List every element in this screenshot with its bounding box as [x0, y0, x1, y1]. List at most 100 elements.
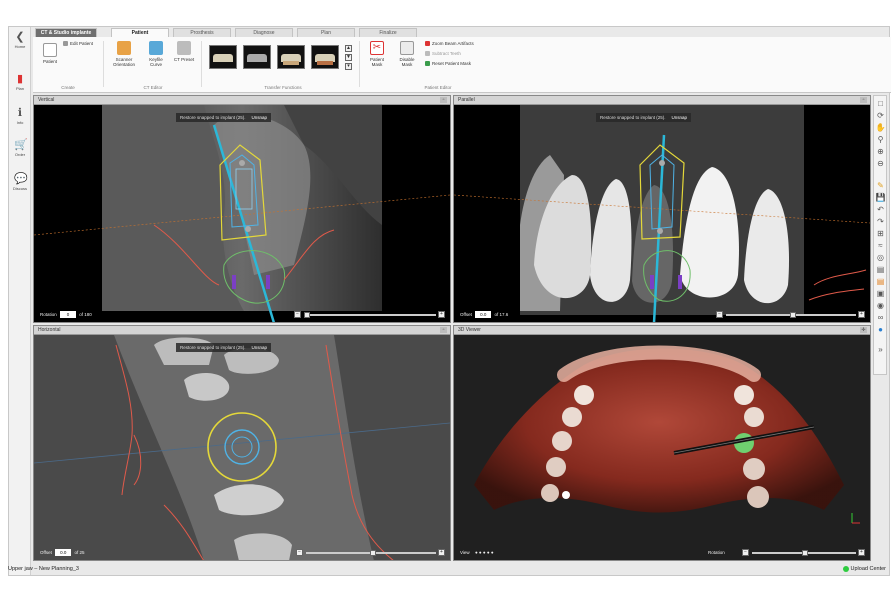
nav-order[interactable]: 🛒 Order — [9, 139, 31, 157]
redo-icon[interactable]: ↷ — [875, 216, 886, 227]
transfer-function-1[interactable] — [209, 45, 237, 69]
offset-slider[interactable] — [726, 312, 856, 318]
zoom-in-icon[interactable]: ⊕ — [875, 146, 886, 157]
save-icon[interactable]: 💾 — [875, 192, 886, 203]
viewport-title: Parallel — [458, 97, 475, 103]
rotation-slider[interactable] — [752, 550, 856, 556]
pencil-icon[interactable]: ✎ — [875, 180, 886, 191]
3d-render[interactable]: View ● ● ● ● ● Rotation − + — [454, 335, 870, 560]
ruler-icon[interactable]: ▤ — [875, 276, 886, 287]
unsnap-link[interactable]: Unsnap — [252, 115, 268, 120]
expand-button[interactable]: ▾ — [345, 63, 352, 70]
view-tooth-icons[interactable]: ● ● ● ● ● — [475, 550, 494, 555]
expand-icon[interactable]: ✛ — [860, 327, 867, 333]
ribbon-divider — [359, 41, 360, 87]
collapse-button[interactable]: ▫ — [440, 97, 447, 103]
keyfile-curve-button[interactable]: Keyfile Curve — [143, 41, 169, 67]
horizontal-ct-slice[interactable]: Restore snapped to implant (25). Unsnap O… — [34, 335, 450, 560]
rotate-tool-icon[interactable]: ⟳ — [875, 110, 886, 121]
rotation-slider[interactable] — [304, 312, 436, 318]
nav-plan[interactable]: ▮ Plan — [9, 73, 31, 91]
reset-mask-link[interactable]: Reset Patient Mask — [425, 61, 471, 67]
unsnap-link[interactable]: Unsnap — [252, 345, 268, 350]
zoom-tool-icon[interactable]: ⚲ — [875, 134, 886, 145]
rotation-decrease-button[interactable]: − — [294, 311, 301, 318]
offset-increase-button[interactable]: + — [438, 549, 445, 556]
nav-order-label: Order — [14, 152, 26, 157]
ribbon-divider — [103, 41, 104, 87]
patient-mask-button[interactable]: ✂ Patient Mask — [365, 41, 389, 67]
offset-input[interactable]: 0.0 — [55, 549, 72, 556]
disable-mask-button[interactable]: Disable Mask — [395, 41, 419, 67]
scanner-orientation-button[interactable]: Scanner Orientation — [109, 41, 139, 67]
tab-prosthesis[interactable]: Prosthesis — [173, 28, 231, 37]
offset-slider-knob[interactable] — [790, 312, 796, 318]
upload-center-link[interactable]: Upload Center — [842, 563, 886, 575]
edit-patient-link[interactable]: Edit Patient — [63, 41, 93, 47]
target-icon[interactable]: ◎ — [875, 252, 886, 263]
collapse-button[interactable]: ▫ — [860, 97, 867, 103]
zoom-beam-link[interactable]: Zoom Beam Artifacts — [425, 41, 474, 47]
ribbon-panel: Patient Edit Patient Create Scanner Orie… — [33, 37, 891, 93]
scroll-down-button[interactable]: ▼ — [345, 54, 352, 61]
tab-finalize[interactable]: Finalize — [359, 28, 417, 37]
subtract-teeth-link[interactable]: Subtract Teeth — [425, 51, 461, 57]
rotation-increase-button[interactable]: + — [438, 311, 445, 318]
pan-tool-icon[interactable]: ✋ — [875, 122, 886, 133]
tooth-icon[interactable]: ◉ — [875, 300, 886, 311]
ribbon-tabs: CT & Studio implante Patient Prosthesis … — [33, 27, 891, 37]
rotation-slider-knob[interactable] — [802, 550, 808, 556]
more-icon[interactable]: » — [875, 344, 886, 355]
parallel-slice-graphic — [454, 105, 870, 322]
left-navigation: ❮ Home ▮ Plan ℹ Info 🛒 Order 💬 Discuss — [9, 27, 31, 575]
vertical-viewport[interactable]: Vertical ▫ Restore snapped to implant (2… — [33, 95, 451, 323]
rotation-increase-button[interactable]: + — [858, 549, 865, 556]
scanner-orientation-icon — [117, 41, 131, 55]
ct-preset-button[interactable]: CT Preset — [173, 41, 195, 62]
rotation-input[interactable]: 0 — [60, 311, 77, 318]
offset-input[interactable]: 0.0 — [475, 311, 492, 318]
nav-discuss[interactable]: 💬 Discuss — [9, 173, 31, 191]
rotation-max: of 180 — [79, 312, 92, 317]
zoom-out-icon[interactable]: ⊖ — [875, 158, 886, 169]
unsnap-link[interactable]: Unsnap — [672, 115, 688, 120]
nav-info[interactable]: ℹ Info — [9, 107, 31, 125]
offset-slider[interactable] — [306, 550, 436, 556]
vertical-slice-graphic — [34, 105, 450, 322]
snap-notice: Restore snapped to implant (25). Unsnap — [176, 343, 272, 352]
offset-label: Offset — [460, 312, 472, 317]
measure-icon[interactable]: ≈ — [875, 240, 886, 251]
select-tool-icon[interactable]: □ — [875, 98, 886, 109]
3d-viewer-viewport[interactable]: 3D Viewer ✛ View ● ● ● ● ● Rotation − + — [453, 325, 871, 561]
image-icon[interactable]: ▣ — [875, 288, 886, 299]
tab-patient[interactable]: Patient — [111, 28, 169, 37]
implant-icon[interactable]: ● — [875, 324, 886, 335]
nav-home[interactable]: ❮ Home — [9, 31, 31, 49]
offset-increase-button[interactable]: + — [858, 311, 865, 318]
horizontal-viewport[interactable]: Horizontal ▫ Restore snapped to implant … — [33, 325, 451, 561]
parallel-ct-slice[interactable]: Restore snapped to implant (25). Unsnap O… — [454, 105, 870, 322]
parallel-viewport[interactable]: Parallel ▫ Restore snapped to implant (2… — [453, 95, 871, 323]
teeth-icon — [425, 51, 430, 57]
disable-mask-label: Disable Mask — [399, 57, 415, 67]
tab-plan[interactable]: Plan — [297, 28, 355, 37]
patient-button[interactable]: Patient — [39, 43, 61, 64]
keyfile-curve-label: Keyfile Curve — [149, 57, 163, 67]
offset-slider-knob[interactable] — [370, 550, 376, 556]
tab-diagnose[interactable]: Diagnose — [235, 28, 293, 37]
rotation-decrease-button[interactable]: − — [742, 549, 749, 556]
undo-icon[interactable]: ↶ — [875, 204, 886, 215]
collapse-button[interactable]: ▫ — [440, 327, 447, 333]
rotation-slider-knob[interactable] — [304, 312, 310, 318]
transfer-function-2[interactable] — [243, 45, 271, 69]
link-icon[interactable]: ∞ — [875, 312, 886, 323]
layers-icon[interactable]: ▤ — [875, 264, 886, 275]
vertical-ct-slice[interactable]: Restore snapped to implant (25). Unsnap R… — [34, 105, 450, 322]
crop-icon[interactable]: ⊞ — [875, 228, 886, 239]
transfer-function-3[interactable] — [277, 45, 305, 69]
offset-decrease-button[interactable]: − — [716, 311, 723, 318]
info-icon: ℹ — [17, 107, 23, 119]
transfer-function-4[interactable] — [311, 45, 339, 69]
scroll-up-button[interactable]: ▲ — [345, 45, 352, 52]
offset-decrease-button[interactable]: − — [296, 549, 303, 556]
